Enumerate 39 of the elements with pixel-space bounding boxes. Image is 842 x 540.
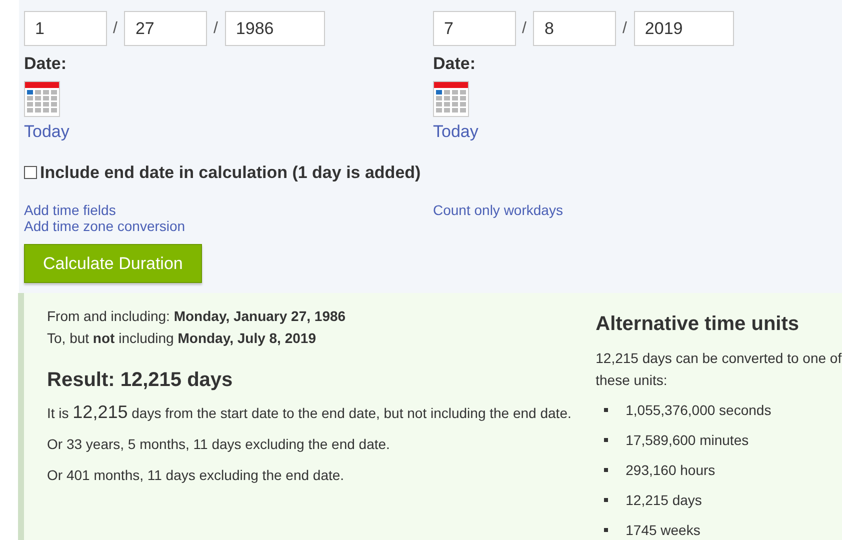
checkbox-label: Include end date in calculation (1 day is added) — [40, 162, 421, 184]
alternative-units-heading: Alternative time units — [596, 312, 800, 337]
result-summary: It is 12,215 days from the start date to the end date, but not including the end date. — [47, 401, 572, 424]
date-separator: / — [112, 18, 118, 38]
bullet-icon — [604, 408, 608, 412]
year-field[interactable]: 2019 — [634, 11, 734, 46]
unit-text: 1,055,376,000 seconds — [626, 400, 772, 420]
result-alternative: Or 401 months, 11 days excluding the end date. — [47, 466, 346, 485]
today-link[interactable]: Today — [24, 118, 70, 144]
result-alternative: Or 33 years, 5 months, 11 days excluding the end date. — [47, 435, 391, 454]
today-link[interactable]: Today — [433, 118, 478, 144]
month-field[interactable]: 1 — [24, 11, 107, 46]
alternative-units-intro: 12,215 days can be converted to one of these units: — [596, 349, 842, 390]
from-date-text: From and including: Monday, January 27, 1986 — [47, 307, 347, 326]
calendar-icon[interactable] — [24, 80, 60, 116]
result-heading: Result: 12,215 days — [47, 369, 234, 391]
bullet-icon — [604, 528, 608, 532]
option-link[interactable]: Add time fields — [24, 202, 116, 218]
month-field[interactable]: 7 — [433, 11, 516, 46]
unit-text: 17,589,600 minutes — [626, 430, 749, 450]
bullet-icon — [604, 438, 608, 442]
day-field[interactable]: 27 — [124, 11, 208, 46]
bullet-icon — [604, 468, 608, 472]
date-label: Date: — [24, 53, 68, 75]
date-separator: / — [621, 18, 628, 38]
option-link[interactable]: Add time zone conversion — [24, 218, 186, 234]
year-field[interactable]: 1986 — [224, 11, 325, 46]
date-separator: / — [521, 18, 528, 38]
checkbox[interactable] — [24, 166, 37, 180]
option-link[interactable]: Count only workdays — [433, 202, 563, 218]
day-field[interactable]: 8 — [533, 11, 616, 46]
date-label: Date: — [433, 53, 477, 75]
unit-text: 12,215 days — [626, 490, 702, 510]
unit-text: 293,160 hours — [626, 460, 716, 480]
unit-text: 1745 weeks — [626, 520, 700, 540]
date-separator: / — [212, 18, 219, 38]
to-date-text: To, but not including Monday, July 8, 2019 — [47, 329, 317, 348]
bullet-icon — [604, 498, 608, 502]
calendar-icon[interactable] — [433, 80, 469, 116]
